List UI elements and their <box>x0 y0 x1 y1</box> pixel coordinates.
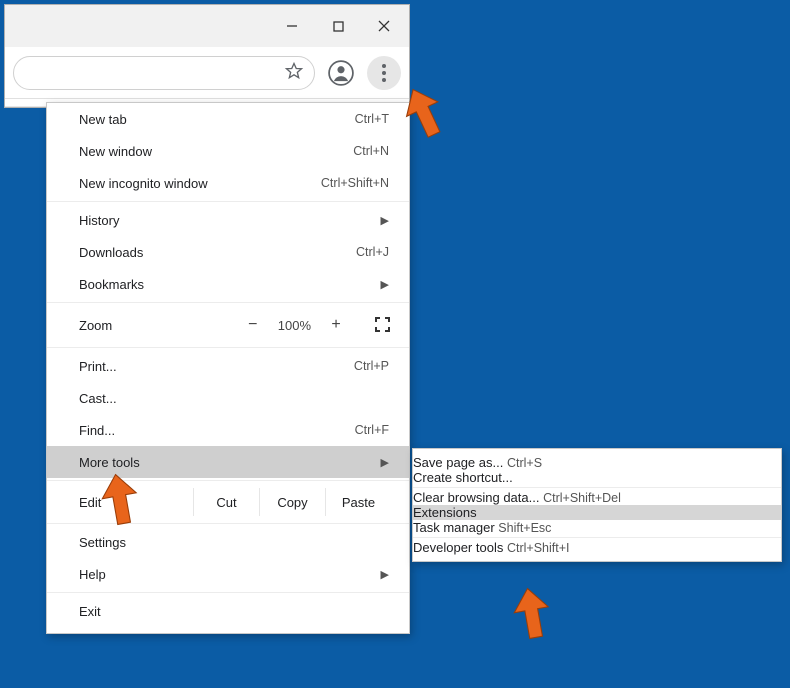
menu-separator <box>47 347 409 348</box>
submenu-item-shortcut: Shift+Esc <box>498 521 551 535</box>
menu-item-new-incognito[interactable]: New incognito window Ctrl+Shift+N <box>47 167 409 199</box>
submenu-item-shortcut: Ctrl+Shift+Del <box>543 491 621 505</box>
menu-item-label: Find... <box>79 423 355 438</box>
submenu-item-label: Task manager <box>413 520 495 535</box>
menu-item-label: Settings <box>79 535 389 550</box>
submenu-item-extensions[interactable]: Extensions <box>413 505 781 520</box>
edit-copy-button[interactable]: Copy <box>259 488 325 516</box>
menu-item-label: Downloads <box>79 245 356 260</box>
submenu-item-save-page[interactable]: Save page as... Ctrl+S <box>413 455 781 470</box>
menu-item-label: New incognito window <box>79 176 321 191</box>
menu-item-new-tab[interactable]: New tab Ctrl+T <box>47 103 409 135</box>
menu-item-label: Zoom <box>79 318 246 333</box>
menu-item-label: Cast... <box>79 391 389 406</box>
menu-item-shortcut: Ctrl+N <box>353 144 389 158</box>
chevron-right-icon: ▶ <box>373 568 389 581</box>
menu-item-new-window[interactable]: New window Ctrl+N <box>47 135 409 167</box>
menu-item-shortcut: Ctrl+Shift+N <box>321 176 389 190</box>
zoom-out-button[interactable]: − <box>246 316 260 334</box>
menu-item-print[interactable]: Print... Ctrl+P <box>47 350 409 382</box>
submenu-item-label: Clear browsing data... <box>413 490 539 505</box>
edit-paste-button[interactable]: Paste <box>325 488 391 516</box>
annotation-arrow-icon <box>505 583 558 646</box>
menu-item-label: Exit <box>79 604 389 619</box>
submenu-item-devtools[interactable]: Developer tools Ctrl+Shift+I <box>413 540 781 555</box>
menu-item-label: New tab <box>79 112 355 127</box>
window-maximize-button[interactable] <box>315 5 361 47</box>
window-minimize-button[interactable] <box>269 5 315 47</box>
menu-item-label: New window <box>79 144 353 159</box>
submenu-item-create-shortcut[interactable]: Create shortcut... <box>413 470 781 485</box>
menu-item-shortcut: Ctrl+F <box>355 423 389 437</box>
menu-item-cast[interactable]: Cast... <box>47 382 409 414</box>
more-vertical-icon <box>382 64 386 82</box>
submenu-item-task-manager[interactable]: Task manager Shift+Esc <box>413 520 781 535</box>
bookmark-star-icon[interactable] <box>284 61 304 84</box>
submenu-item-label: Developer tools <box>413 540 503 555</box>
browser-toolbar <box>5 47 409 99</box>
submenu-item-shortcut: Ctrl+Shift+I <box>507 541 570 555</box>
menu-item-zoom: Zoom − 100% + <box>47 305 409 345</box>
menu-item-label: More tools <box>79 455 373 470</box>
edit-cut-button[interactable]: Cut <box>193 488 259 516</box>
menu-item-label: Help <box>79 567 373 582</box>
submenu-item-clear-data[interactable]: Clear browsing data... Ctrl+Shift+Del <box>413 490 781 505</box>
menu-item-label: Bookmarks <box>79 277 373 292</box>
zoom-controls: − 100% + <box>246 316 391 334</box>
menu-item-exit[interactable]: Exit <box>47 595 409 627</box>
menu-item-history[interactable]: History ▶ <box>47 204 409 236</box>
submenu-item-label: Save page as... <box>413 455 503 470</box>
submenu-item-shortcut: Ctrl+S <box>507 456 542 470</box>
window-close-button[interactable] <box>361 5 407 47</box>
zoom-in-button[interactable]: + <box>329 316 343 334</box>
menu-separator <box>413 487 781 488</box>
menu-item-settings[interactable]: Settings <box>47 526 409 558</box>
menu-item-downloads[interactable]: Downloads Ctrl+J <box>47 236 409 268</box>
annotation-arrow-icon <box>93 469 146 532</box>
menu-item-shortcut: Ctrl+P <box>354 359 389 373</box>
menu-item-label: History <box>79 213 373 228</box>
chrome-main-menu: New tab Ctrl+T New window Ctrl+N New inc… <box>46 102 410 634</box>
profile-avatar-icon[interactable] <box>327 59 355 87</box>
menu-item-more-tools[interactable]: More tools ▶ <box>47 446 409 478</box>
submenu-item-label: Extensions <box>413 505 477 520</box>
menu-item-help[interactable]: Help ▶ <box>47 558 409 590</box>
zoom-level: 100% <box>278 318 311 333</box>
menu-item-shortcut: Ctrl+J <box>356 245 389 259</box>
menu-item-label: Print... <box>79 359 354 374</box>
menu-item-shortcut: Ctrl+T <box>355 112 389 126</box>
browser-window <box>4 4 410 108</box>
menu-separator <box>47 592 409 593</box>
more-menu-button[interactable] <box>367 56 401 90</box>
menu-separator <box>413 537 781 538</box>
menu-item-bookmarks[interactable]: Bookmarks ▶ <box>47 268 409 300</box>
menu-item-find[interactable]: Find... Ctrl+F <box>47 414 409 446</box>
menu-separator <box>47 201 409 202</box>
fullscreen-icon[interactable] <box>375 317 391 333</box>
menu-separator <box>47 302 409 303</box>
submenu-item-label: Create shortcut... <box>413 470 513 485</box>
address-bar[interactable] <box>13 56 315 90</box>
chevron-right-icon: ▶ <box>373 214 389 227</box>
window-titlebar <box>5 5 409 47</box>
chevron-right-icon: ▶ <box>373 278 389 291</box>
chevron-right-icon: ▶ <box>373 456 389 469</box>
more-tools-submenu: Save page as... Ctrl+S Create shortcut..… <box>412 448 782 562</box>
